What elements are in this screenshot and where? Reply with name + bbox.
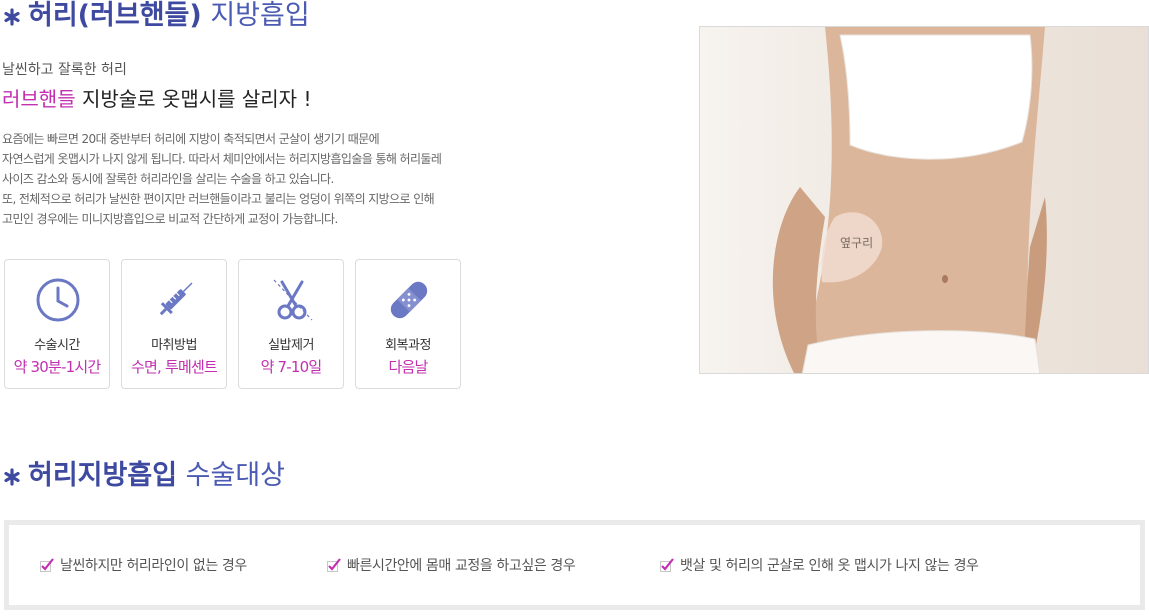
candidate-text: 날씬하지만 허리라인이 없는 경우 xyxy=(60,558,247,574)
card-value: 약 7-10일 xyxy=(260,358,323,376)
waist-photo: 옆구리 xyxy=(699,26,1149,374)
section-title-candidates: 허리지방흡입 수술대상 xyxy=(2,460,285,492)
paragraph-line: 자연스럽게 옷맵시가 나지 않게 됩니다. 따라서 체미안에서는 허리지방흡입술… xyxy=(2,152,442,166)
check-icon xyxy=(327,558,341,572)
headline-accent: 러브핸들 xyxy=(2,87,76,111)
title-bold: 허리(러브핸들) xyxy=(28,0,202,31)
check-icon xyxy=(40,558,54,572)
section-title-liposuction: 허리(러브핸들) 지방흡입 xyxy=(2,0,310,32)
scissors-icon xyxy=(273,279,313,321)
info-card-stitch-removal: 실밥제거 약 7-10일 xyxy=(238,259,344,389)
card-value: 약 30분-1시간 xyxy=(13,358,102,376)
info-card-recovery: 회복과정 다음날 xyxy=(355,259,461,389)
paragraph-line: 사이즈 감소와 동시에 잘록한 허리라인을 살리는 수술을 하고 있습니다. xyxy=(2,172,334,186)
subtitle: 날씬하고 잘록한 허리 xyxy=(2,62,127,78)
info-card-anesthesia: 마취방법 수면, 투메센트 xyxy=(121,259,227,389)
card-value: 다음날 xyxy=(388,358,428,376)
candidate-item: 빠른시간안에 몸매 교정을 하고싶은 경우 xyxy=(327,555,576,575)
paragraph-line: 또, 전체적으로 허리가 날씬한 편이지만 러브핸들이라고 불리는 엉덩이 위쪽… xyxy=(2,192,435,206)
candidate-item: 뱃살 및 허리의 군살로 인해 옷 맵시가 나지 않는 경우 xyxy=(660,555,979,575)
headline: 러브핸들 지방술로 옷맵시를 살리자 ! xyxy=(2,83,311,112)
info-card-surgery-time: 수술시간 약 30분-1시간 xyxy=(4,259,110,389)
headline-rest: 지방술로 옷맵시를 살리자 ! xyxy=(81,87,312,111)
syringe-icon xyxy=(159,282,193,316)
card-label: 실밥제거 xyxy=(268,338,314,353)
paragraph-line: 요즘에는 빠르면 20대 중반부터 허리에 지방이 축적되면서 군살이 생기기 … xyxy=(2,132,380,146)
title-bold: 허리지방흡입 xyxy=(28,460,178,491)
card-label: 회복과정 xyxy=(385,338,431,353)
candidate-text: 뱃살 및 허리의 군살로 인해 옷 맵시가 나지 않는 경우 xyxy=(680,558,979,574)
title-light: 수술대상 xyxy=(185,460,286,491)
candidate-item: 날씬하지만 허리라인이 없는 경우 xyxy=(40,555,247,575)
card-label: 마취방법 xyxy=(151,338,197,353)
card-label: 수술시간 xyxy=(34,338,80,353)
asterisk-icon xyxy=(4,467,20,486)
asterisk-icon xyxy=(4,7,20,26)
description-paragraph: 요즘에는 빠르면 20대 중반부터 허리에 지방이 축적되면서 군살이 생기기 … xyxy=(2,129,442,229)
title-light: 지방흡입 xyxy=(210,0,310,31)
clock-icon xyxy=(36,278,80,322)
area-label: 옆구리 xyxy=(840,236,874,250)
bandage-icon xyxy=(390,281,428,319)
check-icon xyxy=(660,558,674,572)
card-value: 수면, 투메센트 xyxy=(131,358,218,376)
body-illustration xyxy=(772,27,1047,373)
candidate-text: 빠른시간안에 몸매 교정을 하고싶은 경우 xyxy=(347,558,576,574)
paragraph-line: 고민인 경우에는 미니지방흡입으로 비교적 간단하게 교정이 가능합니다. xyxy=(2,212,338,226)
